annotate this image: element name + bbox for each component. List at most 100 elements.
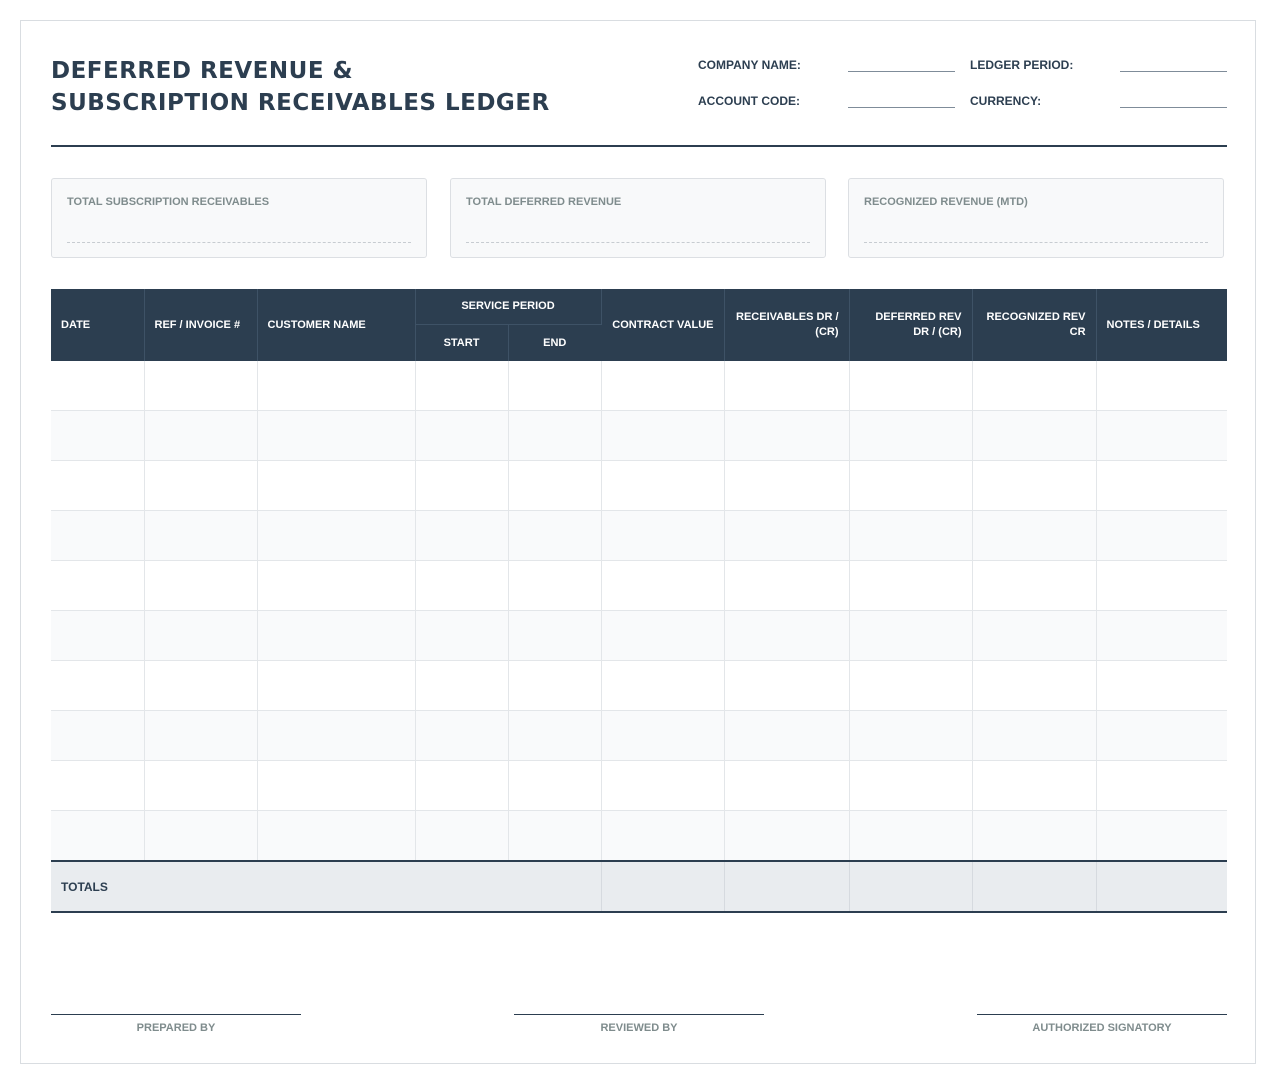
table-cell[interactable] [508, 460, 602, 511]
table-cell[interactable] [415, 460, 509, 511]
prepared-by-line[interactable] [51, 1014, 301, 1015]
table-cell[interactable] [849, 710, 973, 761]
table-cell[interactable] [508, 710, 602, 761]
table-cell[interactable] [972, 660, 1097, 711]
table-cell[interactable] [849, 361, 973, 411]
table-cell[interactable] [972, 610, 1097, 661]
reviewed-by-line[interactable] [514, 1014, 764, 1015]
table-cell[interactable] [415, 361, 509, 411]
table-cell[interactable] [1096, 510, 1228, 561]
table-cell[interactable] [144, 610, 258, 661]
table-cell[interactable] [257, 610, 416, 661]
table-cell[interactable] [1096, 460, 1228, 511]
table-cell[interactable] [508, 660, 602, 711]
table-cell[interactable] [849, 810, 973, 862]
table-cell[interactable] [972, 710, 1097, 761]
table-cell[interactable] [601, 560, 725, 611]
table-cell[interactable] [1096, 710, 1228, 761]
table-cell[interactable] [724, 510, 850, 561]
table-cell[interactable] [415, 810, 509, 862]
summary-field-deferred[interactable] [466, 242, 810, 243]
table-cell[interactable] [415, 710, 509, 761]
table-cell[interactable] [508, 361, 602, 411]
table-cell[interactable] [51, 460, 145, 511]
table-cell[interactable] [257, 510, 416, 561]
table-cell[interactable] [415, 610, 509, 661]
table-cell[interactable] [1096, 760, 1228, 811]
table-cell[interactable] [1096, 660, 1228, 711]
table-cell[interactable] [849, 610, 973, 661]
account-code-field[interactable] [848, 107, 955, 108]
table-cell[interactable] [51, 710, 145, 761]
table-cell[interactable] [724, 460, 850, 511]
currency-field[interactable] [1120, 107, 1227, 108]
table-cell[interactable] [849, 760, 973, 811]
table-cell[interactable] [508, 510, 602, 561]
table-cell[interactable] [415, 660, 509, 711]
table-cell[interactable] [1096, 610, 1228, 661]
table-cell[interactable] [601, 660, 725, 711]
authorized-signatory-line[interactable] [977, 1014, 1227, 1015]
table-cell[interactable] [257, 760, 416, 811]
table-cell[interactable] [144, 710, 258, 761]
table-cell[interactable] [724, 560, 850, 611]
totals-cell[interactable] [724, 861, 850, 913]
table-cell[interactable] [601, 361, 725, 411]
table-cell[interactable] [508, 810, 602, 862]
totals-cell[interactable] [849, 861, 973, 913]
table-cell[interactable] [257, 410, 416, 461]
table-cell[interactable] [51, 610, 145, 661]
table-cell[interactable] [51, 510, 145, 561]
table-cell[interactable] [724, 660, 850, 711]
table-cell[interactable] [849, 660, 973, 711]
table-cell[interactable] [144, 410, 258, 461]
summary-field-recognized[interactable] [864, 242, 1208, 243]
table-cell[interactable] [51, 660, 145, 711]
table-cell[interactable] [415, 410, 509, 461]
table-cell[interactable] [144, 361, 258, 411]
table-cell[interactable] [51, 760, 145, 811]
totals-cell[interactable] [1096, 861, 1228, 913]
table-cell[interactable] [51, 410, 145, 461]
table-cell[interactable] [508, 760, 602, 811]
table-cell[interactable] [144, 460, 258, 511]
table-cell[interactable] [601, 460, 725, 511]
table-cell[interactable] [849, 510, 973, 561]
table-cell[interactable] [144, 560, 258, 611]
table-cell[interactable] [601, 710, 725, 761]
table-cell[interactable] [724, 610, 850, 661]
table-cell[interactable] [144, 510, 258, 561]
table-cell[interactable] [1096, 560, 1228, 611]
table-cell[interactable] [972, 460, 1097, 511]
table-cell[interactable] [849, 460, 973, 511]
table-cell[interactable] [601, 760, 725, 811]
table-cell[interactable] [508, 410, 602, 461]
table-cell[interactable] [144, 760, 258, 811]
table-cell[interactable] [415, 510, 509, 561]
company-name-field[interactable] [848, 71, 955, 72]
table-cell[interactable] [1096, 410, 1228, 461]
summary-field-receivables[interactable] [67, 242, 411, 243]
table-cell[interactable] [601, 510, 725, 561]
table-cell[interactable] [724, 710, 850, 761]
table-cell[interactable] [51, 560, 145, 611]
table-cell[interactable] [257, 560, 416, 611]
table-cell[interactable] [724, 810, 850, 862]
table-cell[interactable] [601, 610, 725, 661]
table-cell[interactable] [1096, 361, 1228, 411]
table-cell[interactable] [601, 810, 725, 862]
table-cell[interactable] [257, 660, 416, 711]
table-cell[interactable] [257, 810, 416, 862]
table-cell[interactable] [415, 560, 509, 611]
table-cell[interactable] [972, 760, 1097, 811]
table-cell[interactable] [972, 810, 1097, 862]
table-cell[interactable] [415, 760, 509, 811]
table-cell[interactable] [724, 361, 850, 411]
table-cell[interactable] [724, 760, 850, 811]
table-cell[interactable] [1096, 810, 1228, 862]
table-cell[interactable] [51, 810, 145, 862]
table-cell[interactable] [51, 361, 145, 411]
totals-cell[interactable] [972, 861, 1097, 913]
table-cell[interactable] [849, 410, 973, 461]
ledger-period-field[interactable] [1120, 71, 1227, 72]
